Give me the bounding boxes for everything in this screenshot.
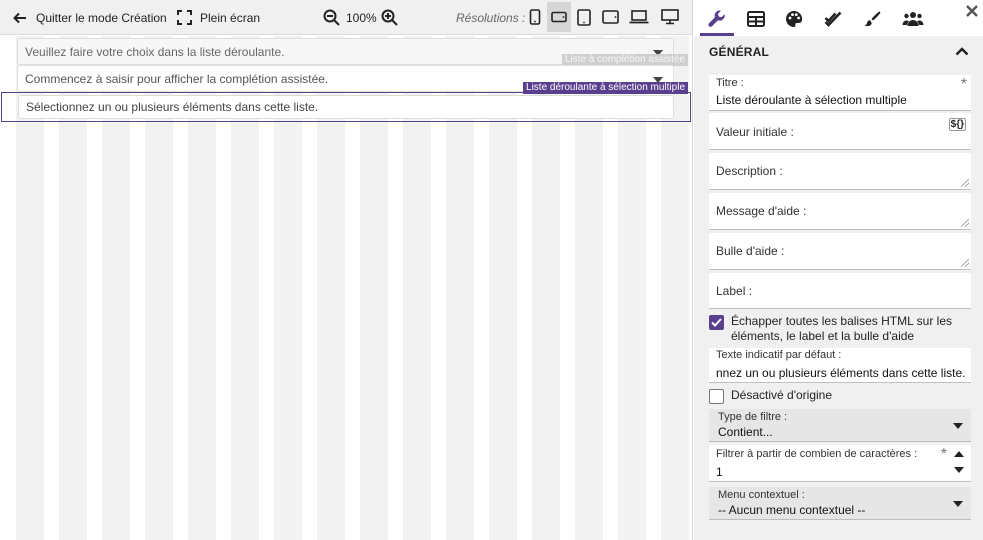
chevron-down-icon	[953, 423, 963, 429]
multiselect-list-field-selected[interactable]: Sélectionnez un ou plusieurs éléments da…	[1, 92, 691, 122]
general-section-header[interactable]: GÉNÉRAL	[694, 38, 983, 66]
zoom-in-button[interactable]	[381, 0, 398, 35]
stepper-up-icon[interactable]	[954, 451, 964, 457]
disabled-label: Désactivé d'origine	[731, 388, 833, 402]
title-field[interactable]: Titre : * Liste déroulante à sélection m…	[709, 75, 971, 111]
tab-validation[interactable]	[820, 6, 846, 32]
phone-landscape-icon	[551, 11, 567, 23]
tab-design[interactable]	[859, 6, 885, 32]
title-value[interactable]: Liste déroulante à sélection multiple	[716, 93, 966, 107]
title-label: Titre :	[716, 77, 744, 89]
filter-type-label: Type de filtre :	[718, 411, 788, 423]
zoom-level: 100%	[346, 10, 377, 25]
wrench-icon	[708, 10, 725, 27]
exit-design-mode-label: Quitter le mode Création	[36, 10, 167, 25]
multiselect-list-placeholder: Sélectionnez un ou plusieurs éléments da…	[26, 100, 319, 114]
fullscreen-button[interactable]: Plein écran	[177, 0, 260, 35]
resolution-tablet-portrait-button[interactable]	[572, 2, 596, 32]
autocomplete-list-field[interactable]: Veuillez faire votre choix dans la liste…	[2, 38, 690, 66]
variable-insert-button[interactable]: ${}	[948, 118, 966, 131]
placeholder-text-field[interactable]: Texte indicatif par défaut : nnez un ou …	[709, 348, 971, 383]
zoom-in-icon	[381, 9, 398, 26]
filter-min-chars-field[interactable]: Filtrer à partir de combien de caractère…	[709, 445, 971, 482]
context-menu-label: Menu contextuel :	[718, 489, 805, 501]
filter-type-select[interactable]: Type de filtre : Contient...	[709, 409, 971, 442]
desktop-monitor-icon	[661, 9, 679, 25]
resize-handle-icon[interactable]	[961, 219, 969, 227]
placeholder-text-label: Texte indicatif par défaut :	[716, 349, 842, 361]
resize-handle-icon[interactable]	[961, 179, 969, 187]
tab-style[interactable]	[781, 6, 807, 32]
autocomplete-input-field[interactable]: Commencez à saisir pour afficher la comp…	[2, 65, 690, 94]
fullscreen-icon	[177, 10, 192, 25]
tablet-landscape-icon	[601, 10, 619, 24]
autocomplete-list-placeholder: Veuillez faire votre choix dans la liste…	[25, 44, 285, 59]
escape-html-label: Échapper toutes les balises HTML sur les…	[731, 314, 952, 343]
description-field[interactable]: Description :	[709, 153, 971, 190]
multiselect-list-box[interactable]: Sélectionnez un ou plusieurs éléments da…	[18, 95, 674, 119]
context-menu-select[interactable]: Menu contextuel : -- Aucun menu contextu…	[709, 487, 971, 520]
required-asterisk-icon: *	[960, 76, 967, 93]
fullscreen-label: Plein écran	[200, 10, 261, 25]
tab-permissions[interactable]	[900, 6, 926, 32]
properties-panel: GÉNÉRAL Titre : * Liste déroulante à sél…	[694, 0, 983, 540]
zoom-out-icon	[323, 9, 340, 26]
resolution-phone-landscape-button[interactable]	[547, 2, 571, 32]
disabled-checkbox[interactable]: Désactivé d'origine	[709, 388, 971, 404]
laptop-icon	[629, 10, 649, 24]
tab-general[interactable]	[700, 6, 734, 36]
checkbox-checked-icon[interactable]	[709, 315, 724, 330]
tablet-portrait-icon	[577, 8, 591, 26]
filter-min-chars-value[interactable]: 1	[716, 465, 966, 479]
phone-portrait-icon	[529, 9, 541, 25]
double-check-icon	[824, 11, 842, 27]
resize-handle-icon[interactable]	[961, 259, 969, 267]
resolution-tablet-landscape-button[interactable]	[598, 2, 622, 32]
close-icon	[966, 5, 978, 17]
escape-html-checkbox[interactable]: Échapper toutes les balises HTML sur les…	[709, 314, 971, 344]
resolution-phone-portrait-button[interactable]	[523, 2, 547, 32]
placeholder-text-value[interactable]: nnez un ou plusieurs éléments dans cette…	[716, 366, 966, 380]
general-section-title: GÉNÉRAL	[709, 45, 770, 59]
users-icon	[902, 12, 924, 26]
designer-toolbar: Quitter le mode Création Plein écran 100…	[0, 0, 692, 35]
required-asterisk-icon: *	[940, 446, 947, 463]
table-icon	[747, 11, 765, 27]
tooltip-label: Bulle d'aide :	[716, 244, 785, 258]
autocomplete-input-placeholder: Commencez à saisir pour afficher la comp…	[25, 71, 329, 86]
help-message-label: Message d'aide :	[716, 204, 807, 218]
close-panel-button[interactable]	[965, 4, 979, 18]
chevron-up-icon	[955, 47, 969, 56]
resolution-laptop-button[interactable]	[627, 2, 651, 32]
designer-area: Quitter le mode Création Plein écran 100…	[0, 0, 693, 540]
label-field[interactable]: Label :	[709, 273, 971, 309]
checkbox-unchecked-icon[interactable]	[709, 389, 724, 404]
help-message-field[interactable]: Message d'aide :	[709, 193, 971, 230]
arrow-left-icon	[13, 12, 26, 23]
resolutions-label: Résolutions :	[456, 10, 526, 25]
resolution-desktop-button[interactable]	[658, 2, 682, 32]
properties-tabs	[694, 0, 983, 36]
chevron-down-icon	[953, 501, 963, 507]
initial-value-field[interactable]: Valeur initiale : ${}	[709, 113, 971, 150]
label-label: Label :	[716, 284, 753, 298]
filter-type-value: Contient...	[718, 425, 773, 439]
initial-value-label: Valeur initiale :	[716, 125, 794, 139]
palette-icon	[786, 10, 803, 27]
stepper-down-icon[interactable]	[954, 467, 964, 473]
brush-icon	[864, 11, 881, 27]
tab-layout[interactable]	[743, 6, 769, 32]
description-label: Description :	[716, 164, 783, 178]
zoom-out-button[interactable]	[323, 0, 340, 35]
tooltip-field[interactable]: Bulle d'aide :	[709, 233, 971, 270]
exit-design-mode-button[interactable]: Quitter le mode Création	[12, 0, 167, 35]
filter-min-chars-label: Filtrer à partir de combien de caractère…	[716, 448, 918, 460]
context-menu-value: -- Aucun menu contextuel --	[718, 503, 866, 517]
